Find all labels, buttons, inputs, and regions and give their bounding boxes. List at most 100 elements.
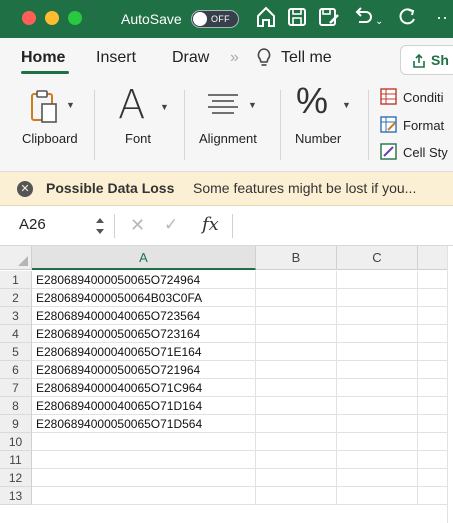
cell-b[interactable]: [256, 289, 337, 307]
name-box-stepper-icon[interactable]: [95, 215, 105, 237]
conditional-formatting-button[interactable]: Conditi: [380, 88, 443, 105]
cancel-icon[interactable]: ✕: [130, 215, 145, 236]
row-header[interactable]: 10: [0, 433, 32, 451]
cell-a[interactable]: E2806894000040065O71D164: [32, 397, 256, 415]
number-group[interactable]: % ▼ Number: [292, 80, 362, 172]
cell-c[interactable]: [337, 307, 418, 325]
row-header[interactable]: 12: [0, 469, 32, 487]
autosave-toggle[interactable]: OFF: [191, 10, 239, 28]
cell-a[interactable]: E2806894000040065O71C964: [32, 379, 256, 397]
name-box[interactable]: A26: [19, 216, 46, 233]
column-header-b[interactable]: B: [256, 246, 337, 270]
scrollbar-track[interactable]: [447, 246, 453, 523]
undo-dropdown-icon[interactable]: ⌄: [375, 9, 383, 35]
row-header[interactable]: 5: [0, 343, 32, 361]
cell-a[interactable]: [32, 433, 256, 451]
cell-a[interactable]: E2806894000040065O71E164: [32, 343, 256, 361]
cell-c[interactable]: [337, 325, 418, 343]
cell-a[interactable]: E2806894000040065O723564: [32, 307, 256, 325]
cell-c[interactable]: [337, 289, 418, 307]
zoom-window-button[interactable]: [68, 11, 82, 25]
minimize-window-button[interactable]: [45, 11, 59, 25]
chevron-down-icon: ▼: [66, 100, 75, 110]
tab-home[interactable]: Home: [21, 49, 65, 67]
cell-b[interactable]: [256, 433, 337, 451]
cell-c[interactable]: [337, 397, 418, 415]
cell-b[interactable]: [256, 397, 337, 415]
row-header[interactable]: 13: [0, 487, 32, 505]
save-icon[interactable]: [287, 5, 307, 29]
format-as-table-button[interactable]: Format: [380, 116, 444, 133]
clipboard-label: Clipboard: [22, 131, 78, 146]
message-text: Some features might be lost if you...: [193, 180, 417, 196]
column-header-c[interactable]: C: [337, 246, 418, 270]
cell-b[interactable]: [256, 343, 337, 361]
save-as-icon[interactable]: [318, 5, 340, 29]
cell-b[interactable]: [256, 379, 337, 397]
row-header[interactable]: 9: [0, 415, 32, 433]
conditional-formatting-icon: [380, 88, 397, 105]
insert-function-icon[interactable]: fx: [202, 214, 219, 235]
cell-b[interactable]: [256, 487, 337, 505]
home-icon[interactable]: [256, 5, 276, 29]
share-button[interactable]: Sh: [400, 45, 453, 75]
cell-b[interactable]: [256, 271, 337, 289]
dismiss-message-icon[interactable]: ✕: [17, 181, 33, 197]
cell-a[interactable]: [32, 487, 256, 505]
tab-draw[interactable]: Draw: [172, 49, 209, 67]
cell-a[interactable]: E2806894000050065O721964: [32, 361, 256, 379]
cell-a[interactable]: [32, 469, 256, 487]
select-all-corner[interactable]: [0, 246, 32, 270]
cell-a[interactable]: [32, 451, 256, 469]
undo-icon[interactable]: [352, 5, 374, 29]
autosave-label: AutoSave: [121, 11, 182, 27]
font-group[interactable]: A ▼ Font: [108, 80, 176, 172]
message-title: Possible Data Loss: [46, 180, 175, 196]
cell-c[interactable]: [337, 487, 418, 505]
redo-icon[interactable]: [397, 5, 419, 29]
cell-b[interactable]: [256, 307, 337, 325]
cell-c[interactable]: [337, 379, 418, 397]
cell-a[interactable]: E2806894000050064B03C0FA: [32, 289, 256, 307]
more-icon[interactable]: ··: [436, 4, 448, 30]
row-header[interactable]: 6: [0, 361, 32, 379]
row-header[interactable]: 1: [0, 271, 32, 289]
clipboard-icon: [30, 88, 58, 129]
cell-c[interactable]: [337, 433, 418, 451]
close-window-button[interactable]: [22, 11, 36, 25]
cell-b[interactable]: [256, 451, 337, 469]
select-all-triangle-icon: [18, 256, 28, 266]
cell-c[interactable]: [337, 343, 418, 361]
row-header[interactable]: 8: [0, 397, 32, 415]
cell-c[interactable]: [337, 415, 418, 433]
alignment-group[interactable]: ▼ Alignment: [196, 80, 268, 172]
alignment-icon: [206, 92, 240, 121]
cell-b[interactable]: [256, 469, 337, 487]
confirm-icon[interactable]: ✓: [164, 215, 178, 235]
ribbon-separator: [94, 90, 95, 160]
row-header[interactable]: 2: [0, 289, 32, 307]
lightbulb-icon[interactable]: [256, 47, 272, 74]
tab-insert[interactable]: Insert: [96, 49, 136, 67]
cell-b[interactable]: [256, 415, 337, 433]
row-header[interactable]: 4: [0, 325, 32, 343]
row-header[interactable]: 3: [0, 307, 32, 325]
cell-a[interactable]: E2806894000050065O724964: [32, 271, 256, 289]
tab-overflow-chevron-icon[interactable]: »: [230, 49, 239, 67]
cell-c[interactable]: [337, 271, 418, 289]
cell-c[interactable]: [337, 451, 418, 469]
cell-b[interactable]: [256, 361, 337, 379]
clipboard-group[interactable]: ▼ Clipboard: [18, 80, 90, 172]
cell-styles-button[interactable]: Cell Sty: [380, 143, 448, 160]
row-header[interactable]: 11: [0, 451, 32, 469]
row-header[interactable]: 7: [0, 379, 32, 397]
cell-c[interactable]: [337, 361, 418, 379]
formula-input[interactable]: [240, 214, 445, 238]
column-header-a[interactable]: A: [32, 246, 256, 270]
cell-c[interactable]: [337, 469, 418, 487]
ribbon: ▼ Clipboard A ▼ Font ▼ Alignment % ▼ Num…: [0, 80, 453, 172]
cell-a[interactable]: E2806894000050065O723164: [32, 325, 256, 343]
cell-a[interactable]: E2806894000050065O71D564: [32, 415, 256, 433]
cell-b[interactable]: [256, 325, 337, 343]
tell-me-search[interactable]: Tell me: [281, 49, 332, 67]
